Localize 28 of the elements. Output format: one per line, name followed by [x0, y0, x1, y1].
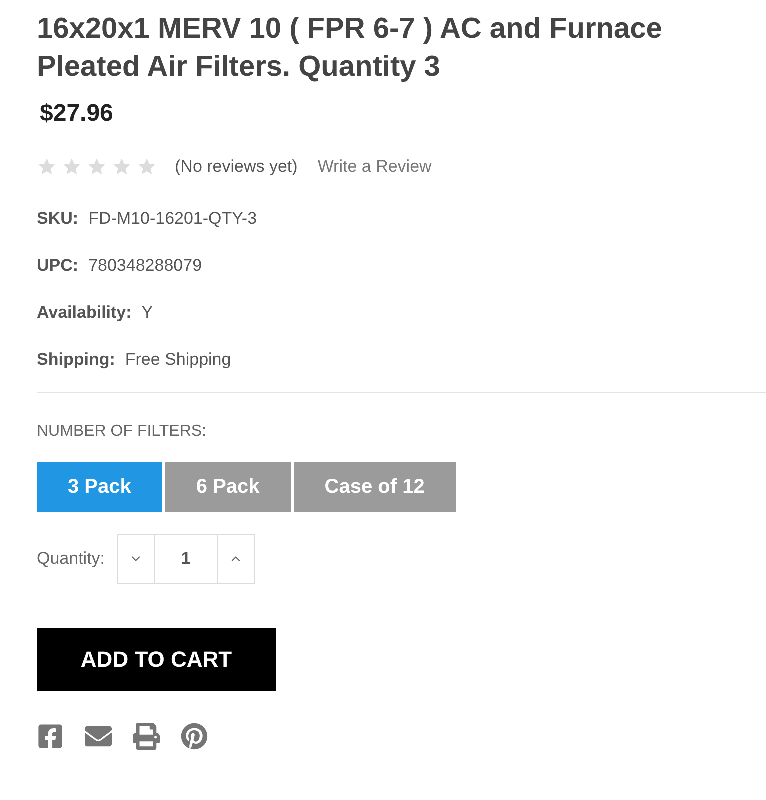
option-button[interactable]: Case of 12 — [294, 462, 456, 512]
star-icon — [37, 156, 57, 177]
star-icon — [87, 156, 107, 177]
detail-label: Availability: — [37, 302, 132, 322]
option-label: NUMBER OF FILTERS: — [37, 422, 208, 442]
printer-icon[interactable] — [133, 722, 160, 750]
pinterest-icon[interactable] — [181, 722, 208, 750]
quantity-field[interactable]: 1 — [155, 534, 218, 582]
review-count: (No reviews yet) — [175, 156, 298, 178]
product-price: $27.96 — [40, 99, 114, 129]
option-button[interactable]: 3 Pack — [37, 462, 162, 512]
facebook-icon[interactable] — [37, 722, 64, 750]
detail-value: FD-M10-16201-QTY-3 — [88, 208, 258, 228]
quantity-stepper[interactable]: 1 — [117, 534, 256, 584]
write-review-link[interactable]: Write a Review — [318, 154, 432, 180]
detail-label: Shipping: — [37, 348, 116, 370]
star-icon — [112, 156, 132, 177]
add-to-cart-button[interactable]: ADD TO CART — [37, 628, 276, 690]
detail-value: Y — [142, 302, 154, 322]
product-title: 16x20x1 MERV 10 ( FPR 6-7 ) AC and Furnace Pleated Air Filters. Quantity 3 — [37, 12, 664, 85]
option-button[interactable]: 6 Pack — [165, 462, 291, 512]
detail-value: 780348288079 — [88, 254, 202, 276]
detail-label: SKU: — [37, 208, 79, 228]
star-icon — [137, 156, 157, 177]
star-icon — [62, 156, 82, 177]
quantity-label: Quantity: — [37, 548, 106, 570]
detail-label: UPC: — [37, 254, 79, 276]
detail-value: Free Shipping — [125, 348, 232, 370]
